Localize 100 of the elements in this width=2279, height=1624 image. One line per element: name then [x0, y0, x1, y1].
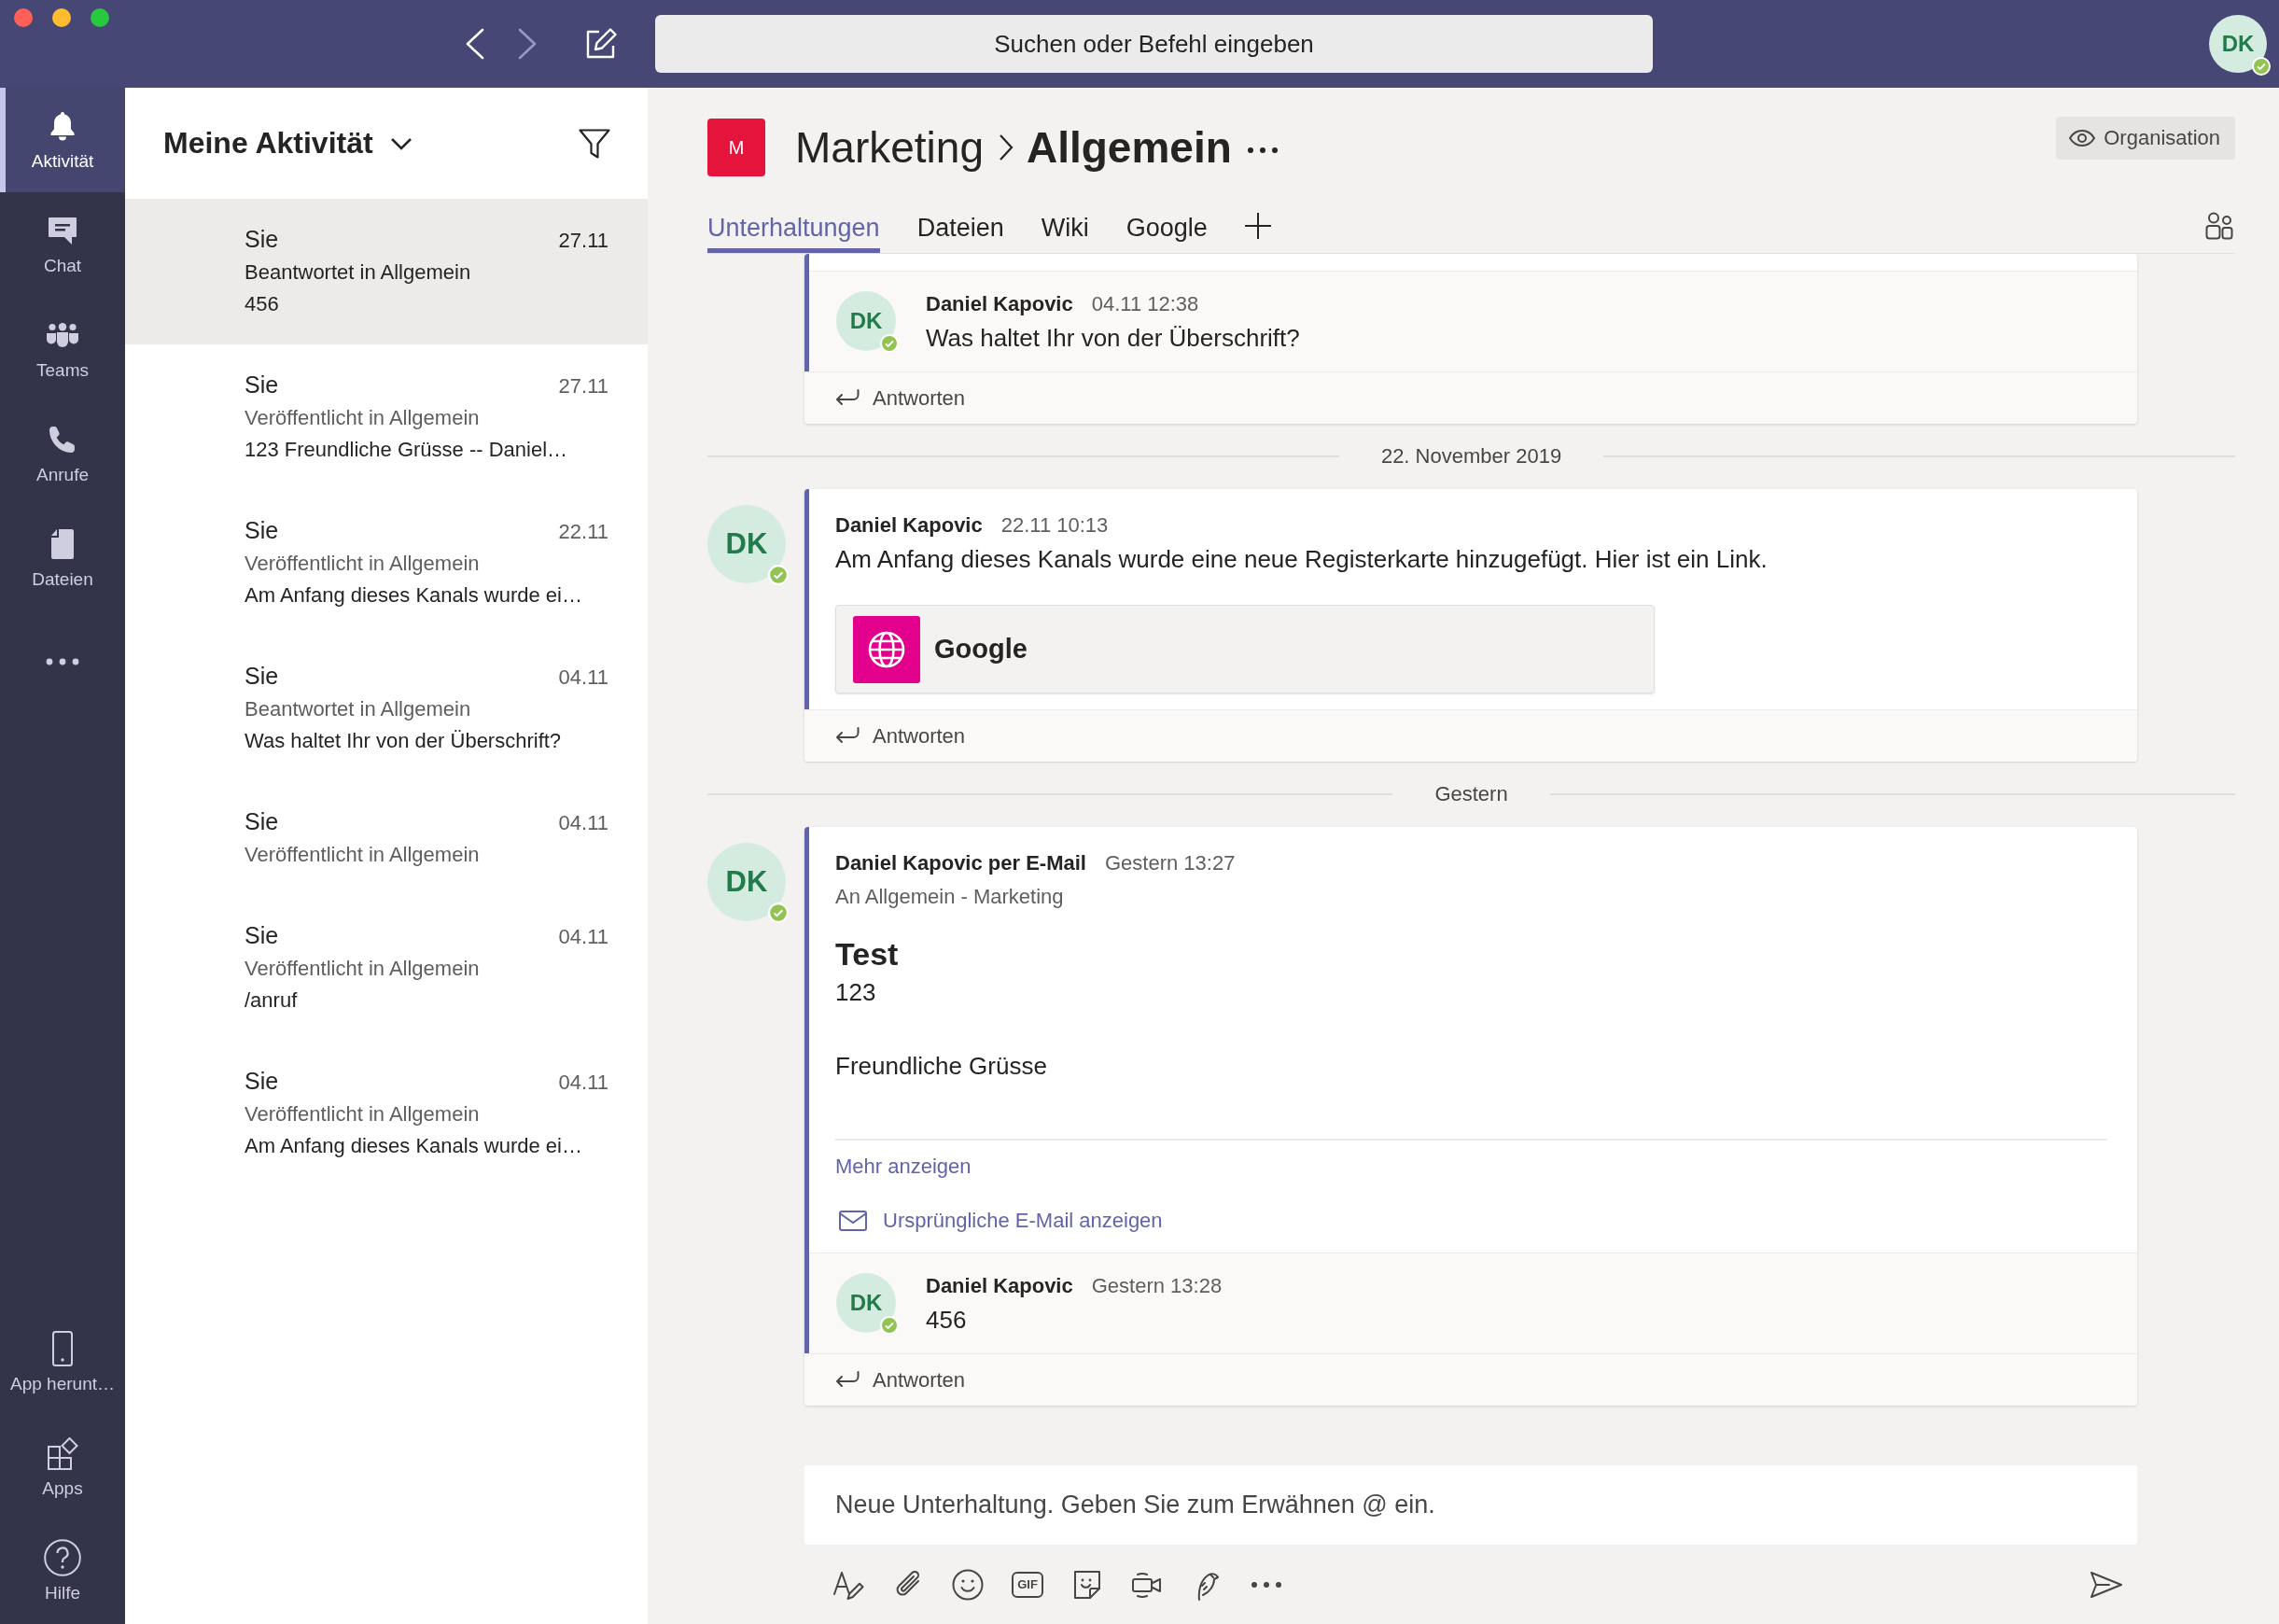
more-icon[interactable]: [1251, 1580, 1282, 1589]
message-author: Daniel Kapovic: [926, 1273, 1073, 1299]
activity-author: Sie: [245, 662, 279, 691]
link-card[interactable]: Google: [835, 605, 1655, 693]
activity-action: Beantwortet in Allgemein: [245, 697, 471, 721]
smiley-icon[interactable]: [952, 1568, 984, 1601]
activity-author: Sie: [245, 225, 279, 254]
people-icon[interactable]: [2205, 212, 2233, 240]
message-text: Was haltet Ihr von der Überschrift?: [926, 323, 1300, 354]
activity-date: 27.11: [558, 373, 608, 399]
bell-icon: [50, 111, 75, 141]
message-time: Gestern 13:28: [1091, 1273, 1223, 1299]
channel-tab[interactable]: Google: [1126, 204, 1208, 253]
rail-item[interactable]: Hilfe: [0, 1519, 125, 1624]
activity-item[interactable]: Sie 22.11 Veröffentlicht in Allgemein Am Anfang dieses Kanals wurde ei…: [125, 490, 648, 636]
activity-action: Beantwortet in Allgemein: [245, 260, 471, 284]
team-avatar: M: [707, 119, 765, 176]
channel-tab[interactable]: Wiki: [1041, 204, 1089, 253]
show-more-link[interactable]: Mehr anzeigen: [835, 1151, 972, 1183]
reply-button[interactable]: Antworten: [835, 1367, 966, 1393]
activity-date: 04.11: [558, 1070, 608, 1096]
compose-field[interactable]: Neue Unterhaltung. Geben Sie zum Erwähnen @ ein.: [804, 1465, 2137, 1545]
activity-preview: 123 Freundliche Grüsse -- Daniel…: [245, 438, 568, 461]
message-time: 04.11 12:38: [1091, 291, 1199, 317]
activity-date: 22.11: [558, 519, 608, 545]
window-minimize-icon[interactable]: [52, 8, 71, 27]
activity-item[interactable]: Sie 04.11 Veröffentlicht in Allgemein: [125, 781, 648, 895]
send-icon[interactable]: [2090, 1570, 2123, 1599]
reply-arrow-icon: [835, 1371, 860, 1389]
add-icon[interactable]: [1244, 213, 1271, 239]
date-separator: 22. November 2019: [1380, 444, 1562, 469]
activity-item[interactable]: Sie 27.11 Beantwortet in Allgemein 456: [125, 199, 648, 344]
activity-item[interactable]: Sie 04.11 Veröffentlicht in Allgemein Am Anfang dieses Kanals wurde ei…: [125, 1041, 648, 1186]
people-group-icon: [47, 323, 78, 347]
chat-bubble-icon: [49, 217, 77, 245]
activity-date: 04.11: [558, 665, 608, 691]
rail-item[interactable]: Anrufe: [0, 401, 125, 506]
rail-item[interactable]: Apps: [0, 1415, 125, 1519]
activity-date: 04.11: [558, 924, 608, 950]
rail-item[interactable]: App herunt…: [0, 1310, 125, 1415]
rail-item[interactable]: Aktivität: [0, 88, 125, 192]
activity-action: Veröffentlicht in Allgemein: [245, 552, 480, 575]
activity-date: 27.11: [558, 228, 608, 254]
activity-item[interactable]: Sie 04.11 Veröffentlicht in Allgemein /anruf: [125, 895, 648, 1041]
mobile-phone-icon: [52, 1331, 73, 1366]
message-time: Gestern 13:27: [1104, 850, 1236, 876]
activity-author: Sie: [245, 371, 279, 399]
chevron-right-icon: [998, 133, 1014, 161]
email-subject: Test: [835, 935, 900, 973]
message-text: 456: [926, 1305, 968, 1336]
original-email-link[interactable]: Ursprüngliche E-Mail anzeigen: [835, 1205, 1163, 1237]
apps-grid-icon: [47, 1436, 78, 1470]
email-paragraph: Freundliche Grüsse: [835, 1051, 1048, 1082]
message-author: Daniel Kapovic: [926, 291, 1073, 317]
gif-button[interactable]: GIF: [1012, 1571, 1043, 1598]
sticker-icon[interactable]: [1071, 1568, 1103, 1601]
user-avatar[interactable]: DK: [836, 1273, 896, 1333]
chevron-down-icon: [389, 136, 412, 150]
filter-icon[interactable]: [579, 128, 610, 159]
activity-preview: Am Anfang dieses Kanals wurde ei…: [245, 1134, 582, 1157]
team-name[interactable]: Marketing: [795, 122, 984, 173]
user-avatar[interactable]: DK: [2209, 15, 2267, 73]
user-avatar[interactable]: DK: [707, 505, 786, 583]
organisation-button[interactable]: Organisation: [2056, 117, 2235, 160]
envelope-icon: [839, 1211, 867, 1231]
reply-button[interactable]: Antworten: [835, 385, 966, 411]
activity-preview: Was haltet Ihr von der Überschrift?: [245, 729, 562, 752]
feed-dropdown[interactable]: Meine Aktivität: [163, 126, 412, 161]
user-avatar[interactable]: DK: [707, 843, 786, 921]
message-text: Am Anfang dieses Kanals wurde eine neue Registerkarte hinzugefügt. Hier ist ein Link.: [835, 544, 1769, 575]
reply-arrow-icon: [835, 727, 860, 745]
rail-item[interactable]: Teams: [0, 297, 125, 401]
globe-icon: [853, 615, 920, 683]
activity-action: Veröffentlicht in Allgemein: [245, 406, 480, 429]
search-field[interactable]: Suchen oder Befehl eingeben: [655, 15, 1653, 73]
user-avatar[interactable]: DK: [836, 291, 896, 351]
reply-button[interactable]: Antworten: [835, 723, 966, 749]
message-author: Daniel Kapovic per E-Mail: [835, 850, 1086, 876]
rail-item[interactable]: Dateien: [0, 506, 125, 610]
activity-item[interactable]: Sie 04.11 Beantwortet in Allgemein Was haltet Ihr von der Überschrift?: [125, 636, 648, 781]
eye-icon: [2069, 130, 2096, 147]
rail-item[interactable]: Chat: [0, 192, 125, 297]
edit-icon[interactable]: [585, 28, 617, 60]
email-recipient: An Allgemein - Marketing: [835, 884, 1065, 910]
chevron-left-icon[interactable]: [466, 28, 484, 60]
channel-name: Allgemein: [1026, 122, 1232, 173]
activity-action: Veröffentlicht in Allgemein: [245, 1102, 480, 1126]
activity-preview: 456: [245, 292, 279, 315]
email-paragraph: 123: [835, 977, 877, 1008]
date-separator: Gestern: [1434, 782, 1508, 806]
window-zoom-icon[interactable]: [91, 8, 109, 27]
window-close-icon[interactable]: [14, 8, 33, 27]
file-icon: [51, 529, 74, 559]
activity-author: Sie: [245, 516, 279, 545]
activity-preview: /anruf: [245, 988, 298, 1012]
activity-preview: Am Anfang dieses Kanals wurde ei…: [245, 583, 582, 607]
activity-action: Veröffentlicht in Allgemein: [245, 957, 480, 980]
more-icon[interactable]: [1246, 147, 1279, 154]
channel-tab[interactable]: Dateien: [916, 204, 1004, 253]
activity-item[interactable]: Sie 27.11 Veröffentlicht in Allgemein 123 Freundliche Grüsse -- Daniel…: [125, 344, 648, 490]
